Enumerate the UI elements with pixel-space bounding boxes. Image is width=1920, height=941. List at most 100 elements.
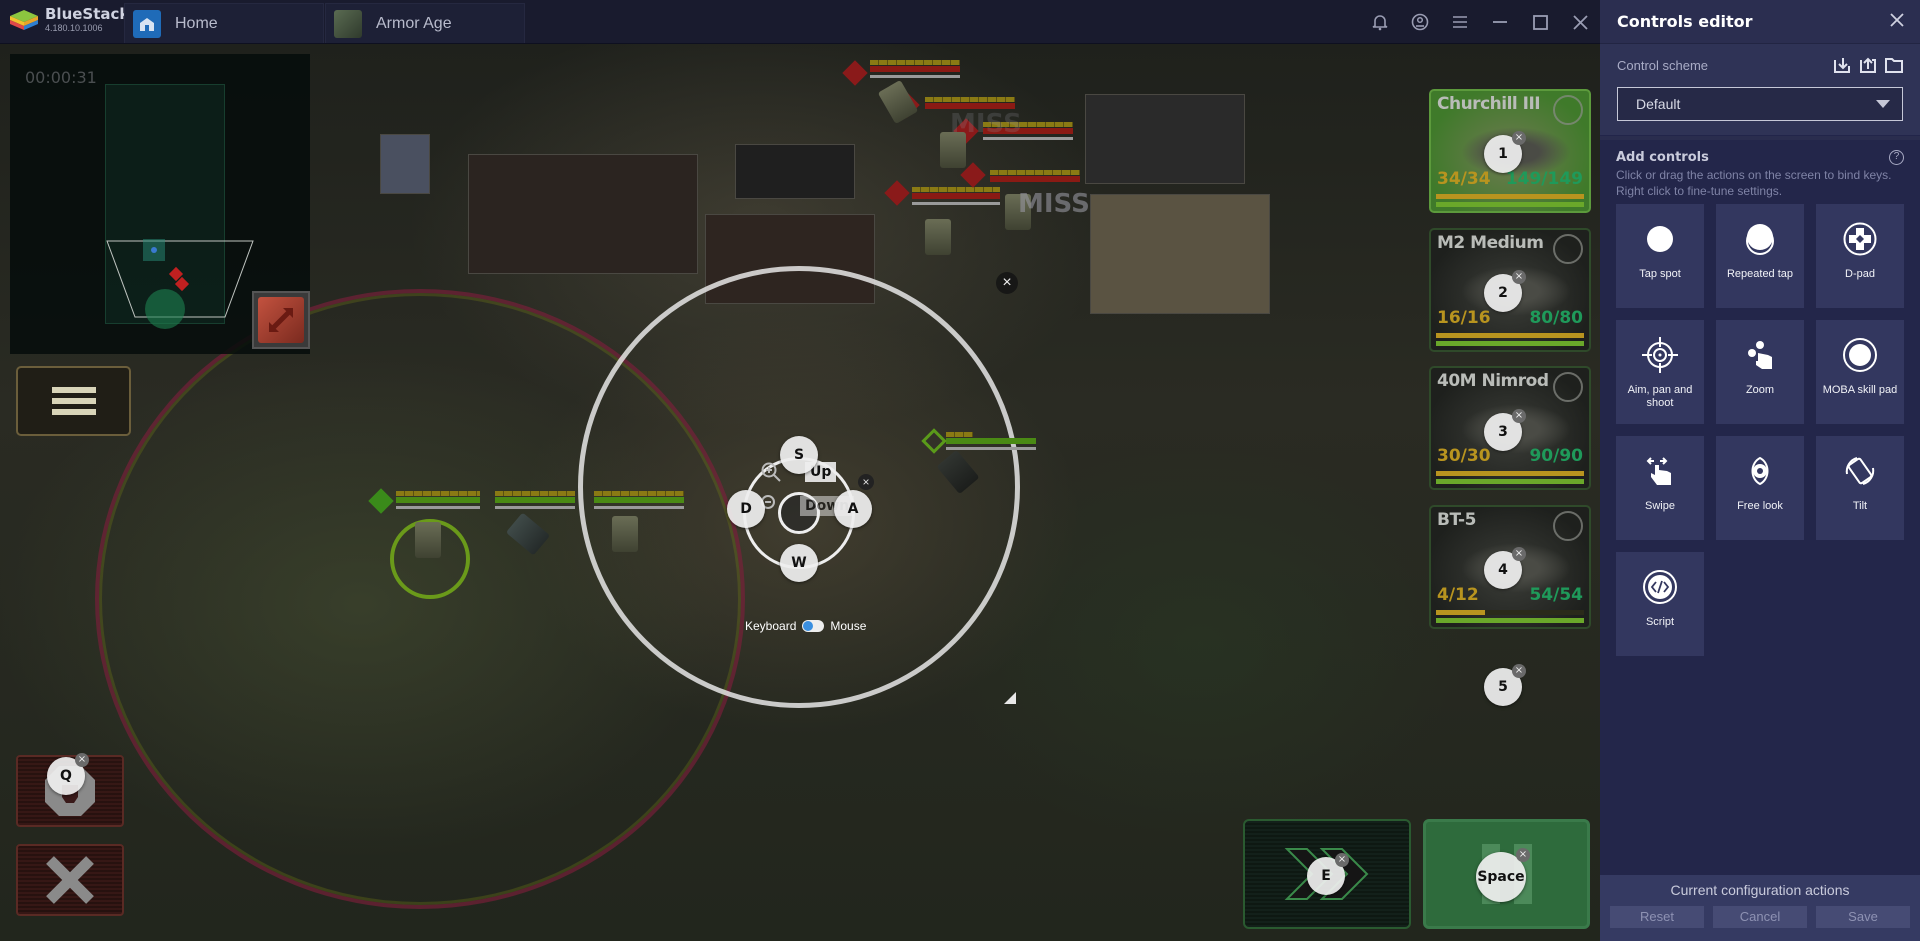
enemy-marker [884,180,910,206]
game-viewport[interactable]: MISS MISS × 00:00:31 Q × E × Space × Chu… [0,44,1600,941]
minimize-icon[interactable] [1480,0,1520,44]
enemy-health-bar [912,187,1000,205]
menu-bar [51,387,96,393]
add-controls-description: Click or drag the actions on the screen … [1616,167,1904,199]
keyboard-mouse-toggle[interactable] [802,620,825,632]
panel-close-icon[interactable] [1890,10,1904,33]
enemy-tank [877,79,919,125]
moba-skill-icon [1842,326,1878,384]
warehouse [1085,94,1245,184]
resize-handle-icon[interactable] [1004,692,1016,704]
cancel-order-button[interactable] [16,844,124,916]
match-timer: 00:00:31 [25,68,97,87]
key-binding-space[interactable]: Space × [1476,848,1530,902]
control-tile-label: D-pad [1845,268,1875,280]
dpad-remove-button[interactable]: × [858,474,874,490]
control-tile-tilt[interactable]: Tilt [1816,436,1904,540]
control-tile-label: Zoom [1745,384,1775,396]
enemy-health-bar [990,170,1080,184]
reset-button[interactable]: Reset [1610,906,1704,928]
ammo-bar [1436,471,1584,476]
dpad-key-down[interactable]: W [780,544,818,582]
remove-binding-icon[interactable]: × [1512,270,1526,284]
dpad-key-up[interactable]: S [780,436,818,474]
remove-binding-icon[interactable]: × [1512,131,1526,145]
key-label: Q [60,768,72,784]
friendly-health-bar [594,491,684,509]
maximize-icon[interactable] [1520,0,1560,44]
game-thumbnail-icon [334,9,362,38]
hp-bar [1436,479,1584,484]
control-tile-tap-spot[interactable]: Tap spot [1616,204,1704,308]
control-tile-d-pad[interactable]: D-pad [1816,204,1904,308]
menu-bar [51,398,96,404]
dpad-key-left[interactable]: D [727,490,765,528]
control-tile-moba-skill-pad[interactable]: MOBA skill pad [1816,320,1904,424]
tab-home-label: Home [175,14,218,32]
key-label: 1 [1498,146,1508,162]
help-icon[interactable]: ? [1889,150,1904,165]
tab-armor-age[interactable]: Armor Age [325,3,525,43]
game-menu-button[interactable] [16,366,131,436]
x-cancel-icon [46,856,94,904]
control-scheme-select[interactable]: Default [1617,87,1903,121]
bluestacks-window: BlueStacks 4.180.10.1006 Home Armor Age [0,0,1920,941]
panel-title: Controls editor [1617,12,1753,31]
minimap-camera-frustum [106,239,254,329]
key-binding-3[interactable]: 3 × [1484,409,1526,451]
panel-footer: Current configuration actions Reset Canc… [1600,875,1920,941]
key-binding-q[interactable]: Q × [47,753,89,795]
remove-binding-icon[interactable]: × [1512,547,1526,561]
remove-binding-icon[interactable]: × [1512,664,1526,678]
dpad-key-right[interactable]: A [834,490,872,528]
remove-binding-icon[interactable]: × [1512,409,1526,423]
key-label: Space [1477,869,1525,885]
menu-icon[interactable] [1440,0,1480,44]
key-binding-e[interactable]: E × [1307,853,1349,895]
key-label: D [740,501,752,517]
cancel-button[interactable]: Cancel [1713,906,1807,928]
description-line: Right click to fine-tune settings. [1616,184,1783,198]
key-binding-5[interactable]: 5 × [1484,664,1526,706]
key-binding-4[interactable]: 4 × [1484,547,1526,589]
remove-binding-icon[interactable]: × [75,753,89,767]
folder-icon[interactable] [1885,56,1903,74]
key-binding-1[interactable]: 1 × [1484,131,1526,173]
control-tile-label: Tap spot [1639,268,1681,280]
control-tile-script[interactable]: Script [1616,552,1704,656]
key-label: W [791,555,807,571]
control-remove-button[interactable]: × [996,272,1018,294]
control-tile-repeated-tap[interactable]: Repeated tap [1716,204,1804,308]
minimap-expand-button[interactable] [252,291,310,349]
control-tile-aim-pan-and-shoot[interactable]: Aim, pan and shoot [1616,320,1704,424]
export-icon[interactable] [1859,56,1877,74]
unit-badge-icon [1553,234,1583,264]
bell-icon[interactable] [1360,0,1400,44]
script-icon [1642,558,1678,616]
remove-binding-icon[interactable]: × [1335,853,1349,867]
control-tile-label: Tilt [1852,500,1868,512]
unit-badge-icon [1553,372,1583,402]
remove-binding-icon[interactable]: × [1516,848,1530,862]
close-icon[interactable] [1560,0,1600,44]
control-tile-zoom[interactable]: Zoom [1716,320,1804,424]
unit-ammo: 34/34 [1437,169,1491,189]
farmhouse [1090,194,1270,314]
save-button[interactable]: Save [1816,906,1910,928]
tab-home[interactable]: Home [124,3,324,43]
account-icon[interactable] [1400,0,1440,44]
friendly-health-bar [946,432,1036,450]
keyboard-mouse-toggle-row: Keyboard Mouse [745,619,866,633]
control-tile-free-look[interactable]: Free look [1716,436,1804,540]
import-icon[interactable] [1833,56,1851,74]
unit-badge-icon [1553,95,1583,125]
control-tile-swipe[interactable]: Swipe [1616,436,1704,540]
free-look-icon [1744,442,1776,500]
key-label: 4 [1498,562,1508,578]
toggle-label-mouse: Mouse [830,619,867,633]
unit-name: M2 Medium [1437,233,1544,253]
key-label: 2 [1498,285,1508,301]
key-binding-2[interactable]: 2 × [1484,270,1526,312]
unit-name: 40M Nimrod [1437,371,1549,391]
title-bar: BlueStacks 4.180.10.1006 Home Armor Age [0,0,1600,44]
